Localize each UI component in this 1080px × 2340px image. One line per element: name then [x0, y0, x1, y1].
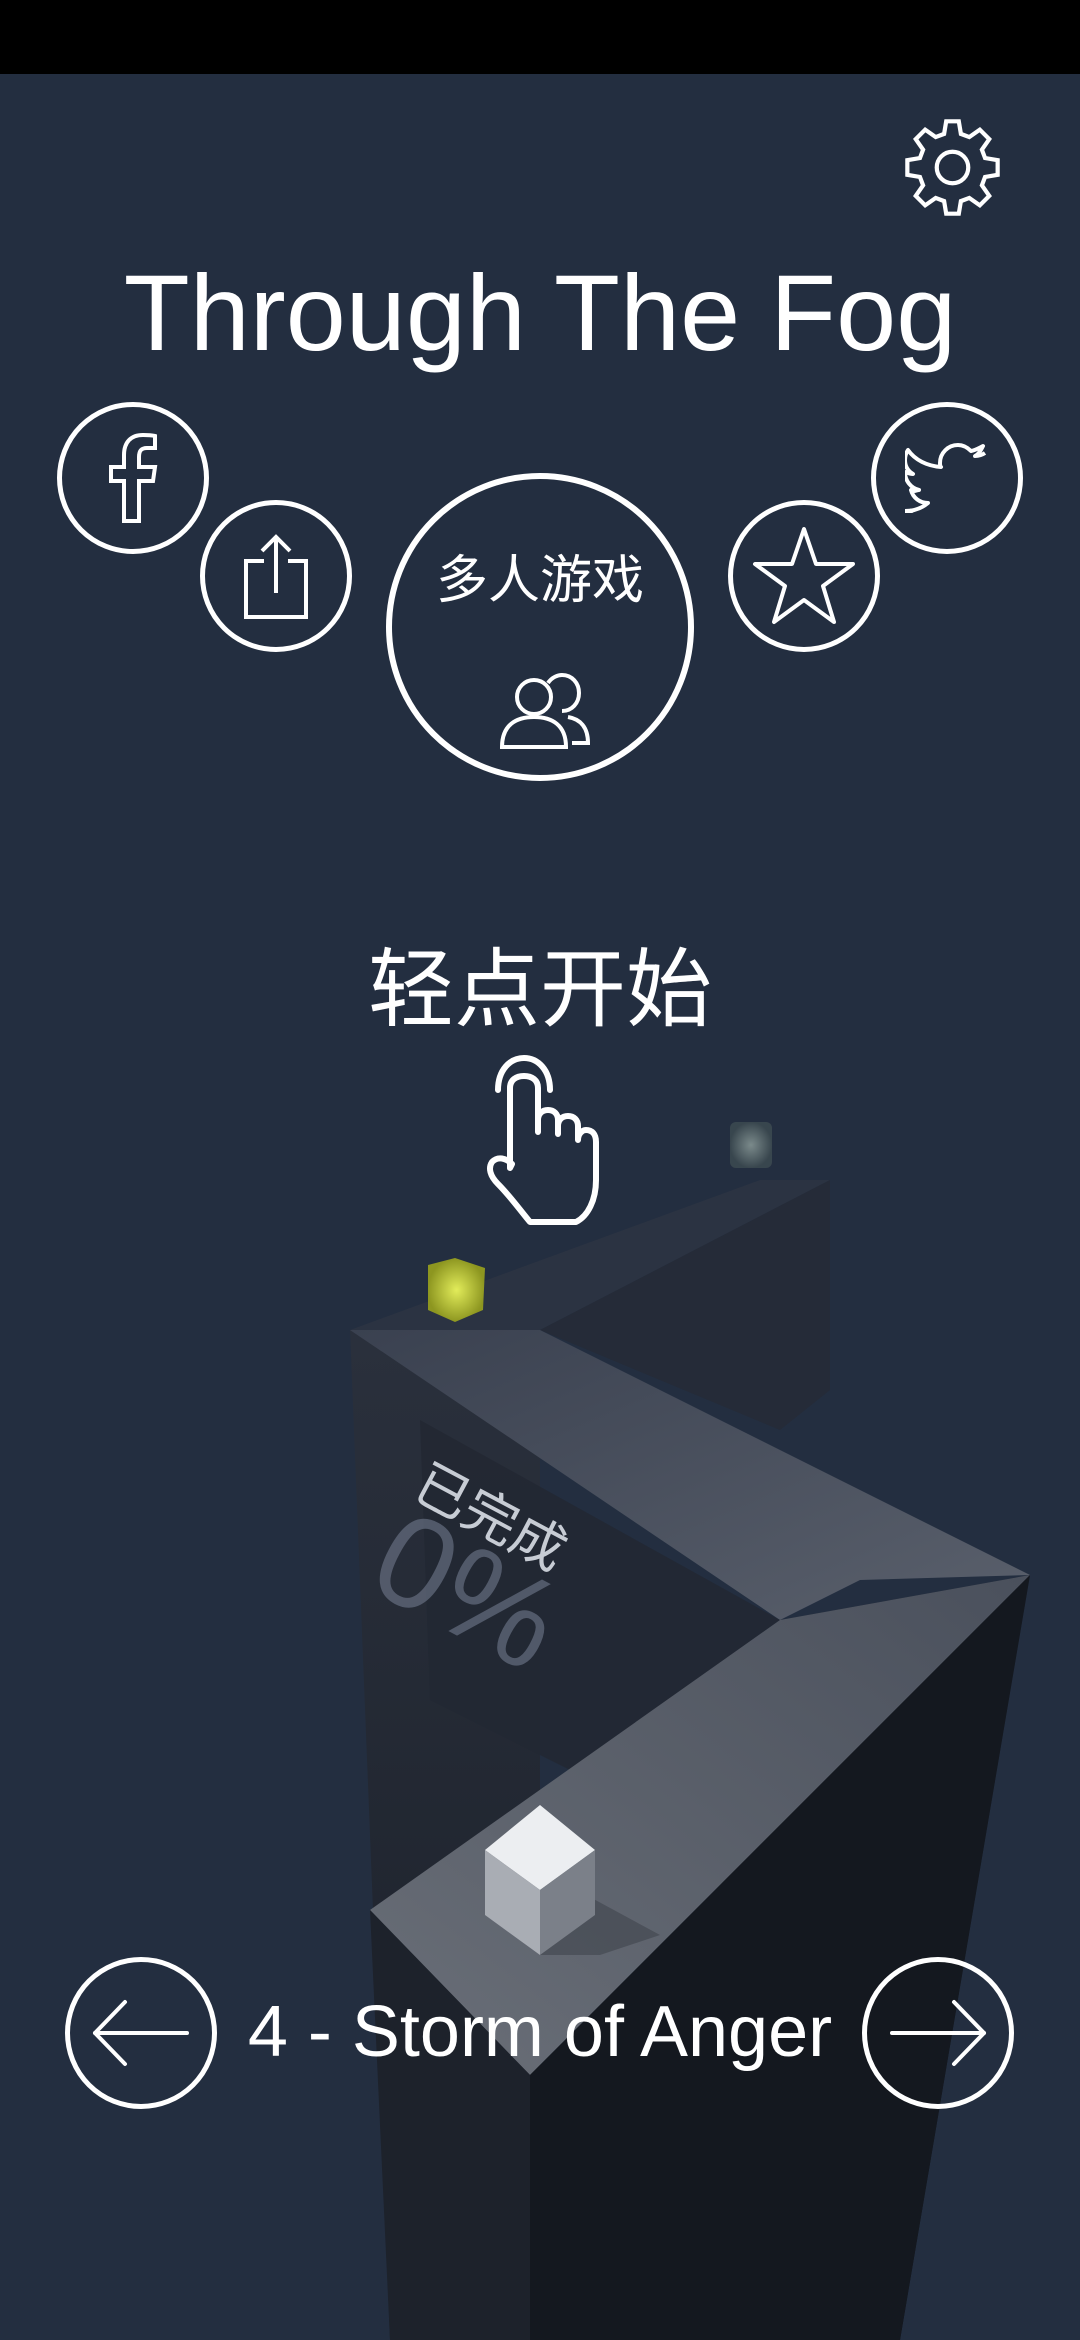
level-name: 4 - Storm of Anger	[247, 1992, 833, 2072]
multiplayer-label: 多人游戏	[435, 551, 644, 611]
prev-level-button[interactable]	[65, 1957, 217, 2109]
facebook-icon	[109, 433, 158, 523]
gem-fogged	[730, 1122, 772, 1168]
gear-icon	[905, 119, 1000, 216]
settings-button[interactable]	[900, 115, 1005, 220]
pointing-hand-icon	[487, 1055, 599, 1225]
rate-button[interactable]	[728, 500, 880, 652]
twitter-button[interactable]	[871, 402, 1023, 554]
multiplayer-button[interactable]: 多人游戏	[386, 473, 694, 781]
star-icon	[753, 526, 855, 624]
gem-yellow	[428, 1258, 485, 1322]
share-button[interactable]	[200, 500, 352, 652]
game-title: Through The Fog	[123, 252, 957, 373]
facebook-button[interactable]	[57, 402, 209, 554]
next-level-button[interactable]	[862, 1957, 1014, 2109]
twitter-icon	[905, 443, 987, 513]
share-icon	[244, 534, 308, 619]
users-icon	[499, 672, 591, 749]
arrow-right-icon	[890, 2000, 986, 2066]
arrow-left-icon	[93, 2000, 189, 2066]
tap-to-start-label[interactable]: 轻点开始	[0, 935, 1080, 1045]
